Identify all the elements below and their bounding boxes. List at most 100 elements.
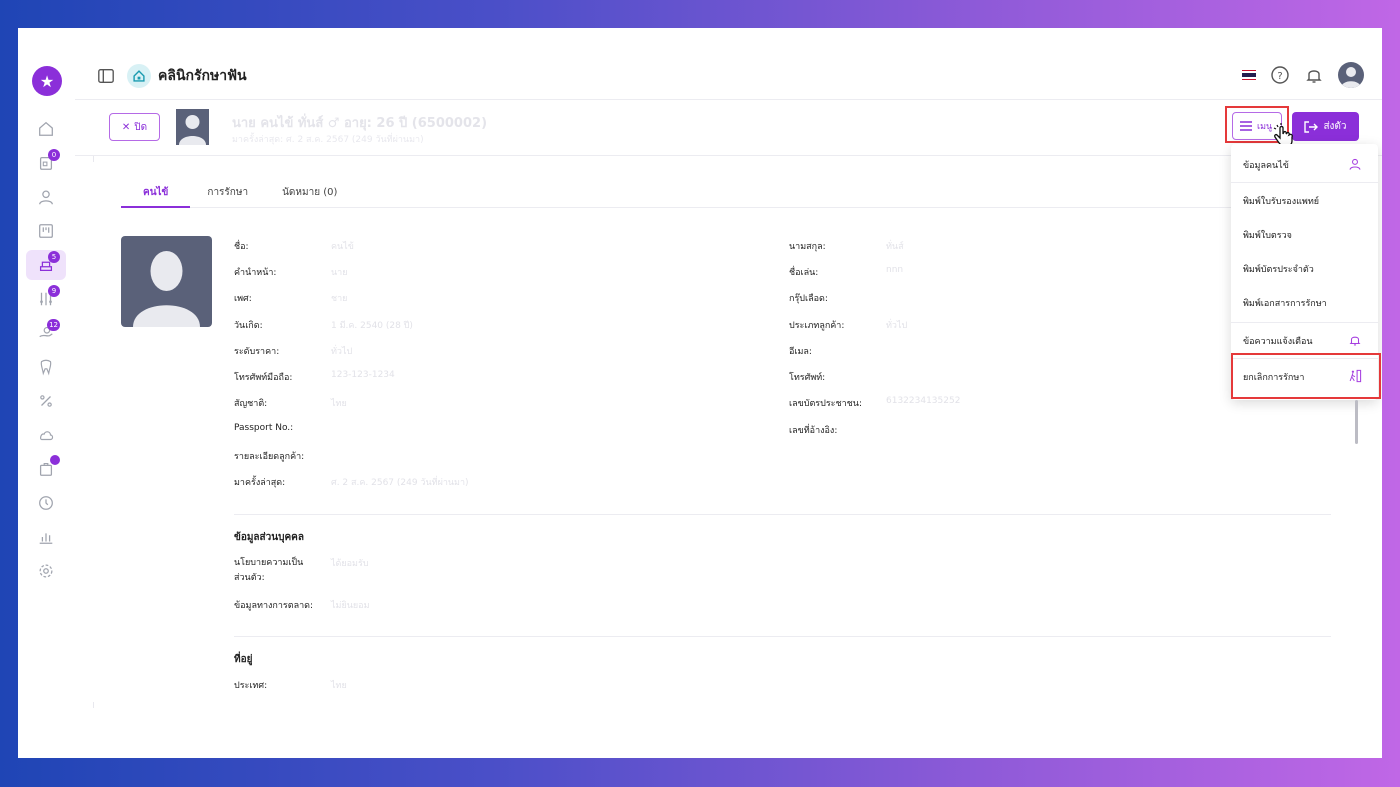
send-button[interactable]: ส่งตัว: [1292, 112, 1359, 141]
user-icon: [1348, 157, 1362, 171]
field-value: นาย: [331, 268, 348, 278]
sidebar-item-cloud[interactable]: [26, 420, 66, 450]
field-label: รายละเอียดลูกค้า:: [234, 452, 305, 462]
bell-icon: [1348, 333, 1362, 347]
menu-item-label: ข้อความแจ้งเตือน: [1243, 337, 1313, 347]
field-label: อีเมล:: [789, 347, 812, 357]
sidebar-item-settings[interactable]: [26, 556, 66, 586]
tab-appointments[interactable]: นัดหมาย (0): [282, 178, 337, 208]
country-label: ประเทศ:: [234, 681, 268, 691]
dropdown-scrollbar[interactable]: [1355, 400, 1358, 444]
tab-patient[interactable]: คนไข้: [121, 178, 191, 208]
menu-item-print-exam[interactable]: พิมพ์ใบตรวจ: [1231, 218, 1378, 252]
field-value: ทั่วไป: [886, 321, 908, 331]
sidebar-item-patients[interactable]: [26, 182, 66, 212]
menu-divider: [1231, 322, 1378, 323]
tab-treatment[interactable]: การรักษา: [207, 178, 248, 208]
field-label: ชื่อเล่น:: [789, 268, 819, 278]
field-label: วันเกิด:: [234, 321, 263, 331]
field-value: ชาย: [331, 294, 348, 304]
field-value: ไทย: [331, 399, 347, 409]
menu-item-label: พิมพ์เอกสารการรักษา: [1243, 299, 1327, 309]
sidebar-item-report[interactable]: [26, 522, 66, 552]
close-button[interactable]: ✕ ปิด: [109, 113, 160, 141]
user-avatar[interactable]: [1338, 62, 1364, 88]
close-icon: ✕: [121, 121, 131, 133]
clock-icon: [39, 496, 53, 510]
badge-lab: 9: [48, 285, 60, 297]
field-label: กรุ๊ปเลือด:: [789, 294, 828, 304]
close-label: ปิด: [134, 121, 148, 133]
menu-divider: [1231, 182, 1378, 183]
top-right-controls: ?: [1242, 62, 1364, 88]
field-label: ระดับราคา:: [234, 347, 280, 357]
divider: [234, 514, 1331, 515]
sidebar-item-queue[interactable]: 0: [26, 148, 66, 178]
board-icon: [39, 224, 53, 238]
patient-photo: [121, 236, 212, 327]
privacy-label: นโยบายความเป็นส่วนตัว:: [234, 558, 304, 583]
field-label: ประเภทลูกค้า:: [789, 321, 845, 331]
section-title-address: ที่อยู่: [234, 654, 253, 665]
field-label: มาครั้งล่าสุด:: [234, 478, 286, 488]
tab-bar: คนไข้ การรักษา นัดหมาย (0): [121, 178, 1333, 208]
menu-item-patient-info[interactable]: ข้อมูลคนไข้: [1231, 148, 1378, 182]
app-logo-star-icon[interactable]: ★: [32, 66, 62, 96]
home-icon: [39, 121, 53, 136]
country-value: ไทย: [331, 681, 347, 691]
field-label: เลขที่อ้างอิง:: [789, 426, 838, 436]
badge-queue: 0: [48, 149, 60, 161]
badge-finance: 12: [47, 319, 60, 331]
bar-chart-icon: [39, 533, 53, 544]
patient-name-line: นาย คนไข้ ทั่นส์ ♂ อายุ: 26 ปี (6500002): [232, 116, 488, 131]
send-out-icon: [1304, 120, 1319, 133]
screenshot-frame: ★ 0 5 9 12 คลินิกรักษาฟัน ? ✕ ปิด นาย คน…: [18, 28, 1382, 758]
sidebar-nav: 0 5 9 12: [26, 114, 70, 590]
thai-flag-icon[interactable]: [1242, 69, 1256, 81]
field-label: เพศ:: [234, 294, 252, 304]
panel-toggle-icon[interactable]: [97, 67, 115, 85]
help-icon[interactable]: ?: [1270, 65, 1290, 85]
field-label: ชื่อ:: [234, 242, 249, 252]
sidebar-item-time[interactable]: [26, 488, 66, 518]
field-value: คนไข้: [331, 242, 354, 252]
sidebar-item-treatment[interactable]: 5: [26, 250, 66, 280]
gear-icon: [39, 564, 53, 578]
field-label: นามสกุล:: [789, 242, 826, 252]
field-label: โทรศัพท์มือถือ:: [234, 373, 293, 383]
sidebar-item-dental[interactable]: [26, 352, 66, 382]
cancel-treatment-highlight-box: [1231, 353, 1381, 399]
sidebar-item-inventory[interactable]: [26, 454, 66, 484]
field-value: nnn: [886, 265, 904, 275]
sidebar-item-board[interactable]: [26, 216, 66, 246]
field-label: เลขบัตรประชาชน:: [789, 399, 862, 409]
menu-item-print-id-card[interactable]: พิมพ์บัตรประจำตัว: [1231, 252, 1378, 286]
bell-icon[interactable]: [1304, 65, 1324, 85]
clinic-logo-icon: [127, 63, 151, 88]
sidebar-item-lab[interactable]: 9: [26, 284, 66, 314]
patient-header: ✕ ปิด นาย คนไข้ ทั่นส์ ♂ อายุ: 26 ปี (65…: [75, 100, 1382, 156]
menu-item-print-medical-cert[interactable]: พิมพ์ใบรับรองแพทย์: [1231, 184, 1378, 218]
sidebar-item-home[interactable]: [26, 114, 66, 144]
field-label: Passport No.:: [234, 423, 294, 433]
menu-item-label: พิมพ์ใบตรวจ: [1243, 231, 1292, 241]
field-value: ทั่วไป: [331, 347, 353, 357]
menu-item-label: ข้อมูลคนไข้: [1243, 161, 1289, 171]
percent-icon: [40, 395, 52, 407]
clinic-name: คลินิกรักษาฟัน: [158, 67, 247, 84]
marketing-label: ข้อมูลทางการตลาด:: [234, 601, 314, 611]
sidebar-item-discount[interactable]: [26, 386, 66, 416]
main-area: คลินิกรักษาฟัน ? ✕ ปิด นาย คนไข้ ทั่นส์ …: [75, 52, 1382, 708]
badge-treatment: 5: [48, 251, 60, 263]
menu-item-label: พิมพ์ใบรับรองแพทย์: [1243, 197, 1320, 207]
privacy-value: ได้ยอมรับ: [331, 559, 369, 569]
menu-item-label: พิมพ์บัตรประจำตัว: [1243, 265, 1314, 275]
top-bar: คลินิกรักษาฟัน ?: [75, 52, 1382, 100]
menu-item-print-treatment-doc[interactable]: พิมพ์เอกสารการรักษา: [1231, 286, 1378, 320]
field-value: 1 มี.ค. 2540 (28 ปี): [331, 321, 413, 331]
badge-inventory-dot: [50, 455, 60, 465]
user-icon: [39, 190, 53, 205]
field-value: 6132234135252: [886, 396, 961, 406]
patient-avatar: [176, 109, 209, 145]
sidebar-item-finance[interactable]: 12: [26, 318, 66, 348]
